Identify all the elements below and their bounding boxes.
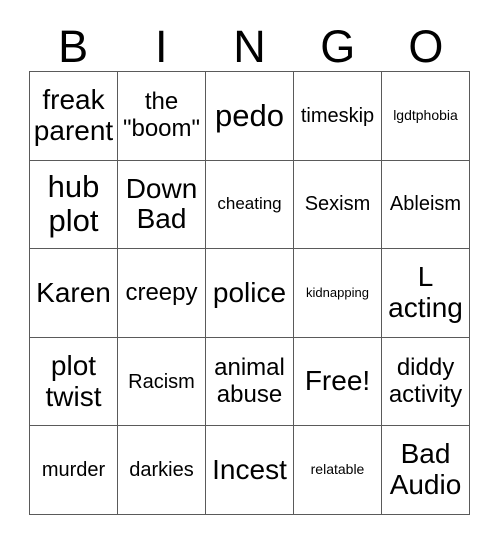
bingo-cell[interactable]: Free!	[294, 337, 382, 427]
bingo-cell-label: Sexism	[304, 193, 371, 216]
bingo-cell[interactable]: L acting	[382, 249, 470, 338]
bingo-header-letter-n: N	[233, 21, 266, 72]
bingo-cell-label: hub plot	[47, 169, 100, 239]
bingo-cell-label: Karen	[36, 276, 111, 308]
bingo-cell-label: police	[212, 276, 287, 308]
bingo-header-letter-g: G	[320, 21, 356, 72]
bingo-cell-label: cheating	[217, 194, 282, 214]
bingo-cell[interactable]: Incest	[206, 426, 294, 515]
bingo-cell[interactable]: kidnapping	[294, 249, 382, 338]
bingo-cell-label: Incest	[212, 453, 287, 485]
bingo-header-row: B I N G O	[29, 14, 470, 71]
bingo-header-letter-o: O	[408, 21, 444, 72]
bingo-cell-label: kidnapping	[306, 284, 369, 300]
bingo-cell-label: creepy	[125, 278, 198, 306]
bingo-cell[interactable]: animal abuse	[206, 337, 294, 427]
bingo-cell[interactable]: freak parent	[30, 72, 118, 161]
bingo-cell-label: diddy activity	[388, 354, 463, 408]
bingo-cell[interactable]: Karen	[30, 249, 118, 338]
bingo-cell[interactable]: relatable	[294, 426, 382, 515]
bingo-cell[interactable]: Down Bad	[118, 160, 206, 250]
bingo-cell-label: Free!	[304, 365, 371, 397]
bingo-cell[interactable]: cheating	[206, 160, 294, 250]
bingo-cell-label: Racism	[128, 370, 195, 393]
bingo-cell[interactable]: the "boom"	[118, 72, 206, 161]
bingo-grid: freak parent the "boom" pedo timeskip lgdtph…	[29, 71, 470, 515]
bingo-cell[interactable]: diddy activity	[382, 337, 470, 427]
bingo-cell-label: relatable	[310, 461, 365, 478]
bingo-cell[interactable]: creepy	[118, 249, 206, 338]
bingo-cell-label: lgdtphobia	[393, 107, 458, 124]
bingo-cell-label: animal abuse	[214, 354, 285, 408]
bingo-cell-label: murder	[41, 459, 106, 482]
bingo-cell[interactable]: murder	[30, 426, 118, 515]
bingo-header-letter-b: B	[58, 21, 89, 72]
bingo-cell[interactable]: police	[206, 249, 294, 338]
bingo-cell-label: the "boom"	[122, 88, 201, 142]
bingo-cell-label: Bad Audio	[389, 438, 462, 501]
bingo-cell[interactable]: hub plot	[30, 160, 118, 250]
bingo-cell-label: darkies	[129, 459, 194, 482]
bingo-cell[interactable]: lgdtphobia	[382, 72, 470, 161]
bingo-cell-label: timeskip	[300, 104, 375, 127]
bingo-cell-label: Down Bad	[125, 172, 198, 235]
bingo-cell-label: freak parent	[33, 84, 114, 146]
bingo-cell[interactable]: pedo	[206, 72, 294, 161]
bingo-card: B I N G O freak parent the "boom" pedo time…	[0, 0, 500, 544]
bingo-cell-label: plot twist	[45, 349, 102, 412]
bingo-cell[interactable]: Bad Audio	[382, 426, 470, 515]
bingo-cell-label: Ableism	[389, 193, 462, 216]
bingo-cell[interactable]: Ableism	[382, 160, 470, 250]
bingo-cell[interactable]: timeskip	[294, 72, 382, 161]
bingo-cell[interactable]: plot twist	[30, 337, 118, 427]
bingo-header-letter-i: I	[155, 21, 168, 72]
bingo-cell[interactable]: Racism	[118, 337, 206, 427]
bingo-cell[interactable]: Sexism	[294, 160, 382, 250]
bingo-cell[interactable]: darkies	[118, 426, 206, 515]
bingo-cell-label: pedo	[215, 97, 284, 133]
bingo-cell-label: L acting	[388, 261, 463, 323]
